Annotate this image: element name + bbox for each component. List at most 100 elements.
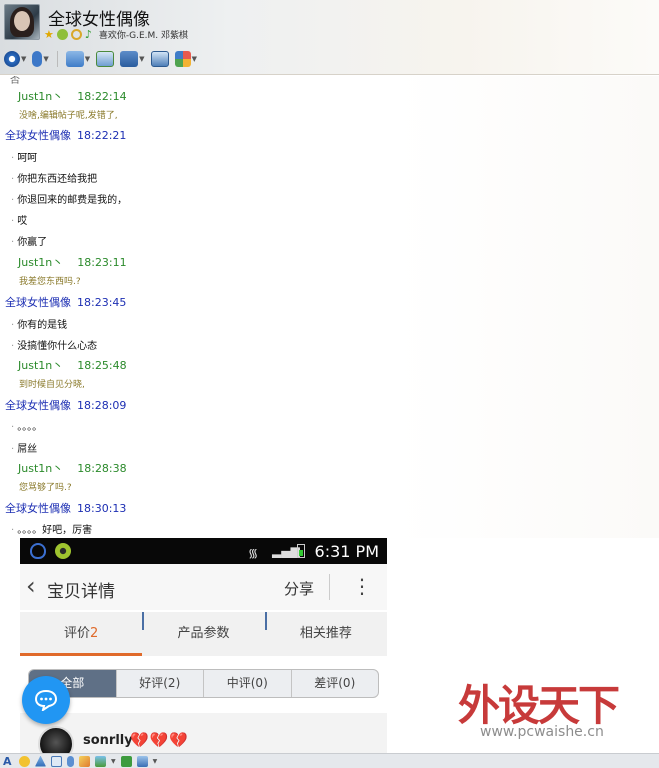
chevron-down-icon[interactable]: ▼ (111, 758, 116, 765)
chat-bubble-icon (34, 689, 58, 711)
sender-name: 全球女性偶像 (5, 502, 71, 515)
message-text: ·。。。。 (11, 422, 43, 433)
filter-positive[interactable]: 好评(2) (115, 670, 204, 697)
record-icon[interactable] (136, 755, 148, 767)
doodle-icon[interactable] (79, 755, 90, 767)
filter-negative[interactable]: 差评(0) (290, 670, 379, 697)
cutoff-line: 否 (10, 76, 20, 86)
chat-bubble-button[interactable] (22, 676, 70, 724)
contact-signature: 喜欢你-G.E.M. 邓紫棋 (98, 30, 189, 41)
message-time: 18:25:48 (77, 359, 127, 372)
music-icon[interactable] (120, 755, 132, 767)
message-text: · 你把东西还给我把 (11, 174, 98, 185)
message-header: 全球女性偶像 18:28:09 (5, 397, 126, 413)
shake-icon[interactable] (35, 755, 46, 767)
input-toolbar: A ▼ ▼ (0, 753, 659, 768)
message-time: 18:28:09 (77, 399, 127, 412)
tab-specs[interactable]: 产品参数 (142, 612, 264, 656)
tab-label: 评价 (64, 626, 91, 641)
message-text: · 你退回来的邮费是我的， (11, 195, 128, 206)
chevron-down-icon: ▼ (43, 55, 49, 63)
chevron-down-icon[interactable]: ▼ (153, 758, 158, 765)
message-line: 。。。。 (17, 422, 43, 433)
qq-icon (30, 543, 46, 559)
chevron-down-icon: ▼ (21, 55, 27, 63)
back-arrow-icon[interactable]: ‹ (26, 573, 36, 599)
filter-neutral[interactable]: 中评(0) (203, 670, 291, 697)
message-line: 屌丝 (17, 444, 38, 455)
message-line: 你有的是钱 (17, 320, 68, 331)
message-header: Just1n丶 18:25:48 (18, 357, 127, 373)
font-icon[interactable]: A (3, 756, 14, 767)
phone-nav-bar: ‹ 宝贝详情 分享 ⋮ (20, 564, 387, 610)
video-call-button[interactable]: ▼ (4, 49, 26, 69)
contact-status-row: ★ ♪ 喜欢你-G.E.M. 邓紫棋 (44, 27, 188, 41)
sender-name: Just1n丶 (18, 359, 64, 372)
voice-call-icon (32, 51, 43, 67)
screenshot-icon[interactable] (51, 755, 62, 767)
message-text: 我差您东西吗.? (19, 277, 81, 287)
more-options-icon[interactable]: ⋮ (352, 572, 372, 600)
sender-name: 全球女性偶像 (5, 129, 71, 142)
emoji-icon[interactable] (19, 755, 30, 767)
page-title: 宝贝详情 (47, 582, 115, 602)
review-filter-segment: 全部 好评(2) 中评(0) 差评(0) (28, 669, 379, 698)
message-line: 。。。。好吧，厉害 (17, 525, 93, 536)
message-text: · 你有的是钱 (11, 320, 68, 331)
message-header: Just1n丶 18:22:14 (18, 88, 127, 104)
add-contact-button[interactable] (96, 49, 115, 69)
message-header: 全球女性偶像 18:30:13 (5, 500, 126, 516)
message-time: 18:23:11 (77, 256, 127, 269)
message-text: · 呵呵 (11, 153, 38, 164)
chat-message-log[interactable]: 否 Just1n丶 18:22:14 没啥,编辑帖子呢,发错了, 全球女性偶像 18… (0, 76, 659, 538)
reviewer-avatar (38, 726, 74, 753)
message-line: 你把东西还给我把 (17, 174, 98, 185)
tab-label: 产品参数 (177, 626, 230, 641)
sender-name: Just1n丶 (18, 256, 64, 269)
message-text: · 。。。。好吧，厉害 (11, 525, 93, 536)
nav-divider (329, 574, 330, 600)
message-text: · 你赢了 (11, 237, 48, 248)
apps-button[interactable]: ▼ (174, 49, 197, 69)
chevron-down-icon: ▼ (191, 55, 197, 63)
voice-message-icon[interactable] (67, 755, 74, 767)
apps-icon (174, 51, 191, 67)
message-time: 18:28:38 (77, 462, 127, 475)
remote-desktop-button[interactable] (150, 49, 169, 69)
image-icon[interactable] (95, 755, 106, 767)
online-status-icon (56, 28, 68, 40)
wifi-icon: ᯾ (248, 546, 259, 560)
message-text: 到时候自见分晓, (19, 380, 85, 390)
message-line: 呵呵 (17, 153, 38, 164)
screen-share-button[interactable]: ▼ (120, 49, 145, 69)
product-tabs: 评价2 产品参数 相关推荐 (20, 612, 387, 656)
message-line: 你退回来的邮费是我的， (17, 195, 128, 206)
rating-hearts: 💔💔💔 (130, 731, 190, 749)
file-transfer-button[interactable]: ▼ (65, 49, 91, 69)
message-time: 18:23:45 (77, 296, 127, 309)
sender-name: Just1n丶 (18, 90, 64, 103)
chevron-down-icon: ▼ (139, 55, 145, 63)
share-button[interactable]: 分享 (284, 578, 314, 599)
status-time: 6:31 PM (314, 542, 379, 561)
remote-desktop-icon (150, 51, 169, 67)
message-header: 全球女性偶像 18:22:21 (5, 127, 126, 143)
review-count: 2 (90, 626, 99, 641)
chevron-down-icon: ▼ (84, 55, 91, 63)
chat-window-header: 全球女性偶像 ★ ♪ 喜欢你-G.E.M. 邓紫棋 ▼ ▼ ▼ ▼ ▼ (0, 0, 659, 75)
tab-reviews[interactable]: 评价2 (20, 612, 143, 656)
contact-avatar[interactable] (4, 4, 40, 40)
sender-name: 全球女性偶像 (5, 296, 71, 309)
tab-related[interactable]: 相关推荐 (264, 612, 387, 656)
vip-star-icon: ★ (44, 27, 54, 41)
watermark-url: www.pcwaishe.cn (480, 724, 604, 740)
message-line: 没搞懂你什么心态 (17, 341, 98, 352)
message-header: Just1n丶 18:28:38 (18, 460, 127, 476)
sender-name: Just1n丶 (18, 462, 64, 475)
video-call-icon (4, 51, 20, 67)
reviewer-name: sonrlly (83, 733, 133, 748)
message-line: 你赢了 (17, 237, 48, 248)
message-header: Just1n丶 18:23:11 (18, 254, 127, 270)
voice-call-button[interactable]: ▼ (32, 49, 49, 69)
sender-name: 全球女性偶像 (5, 399, 71, 412)
